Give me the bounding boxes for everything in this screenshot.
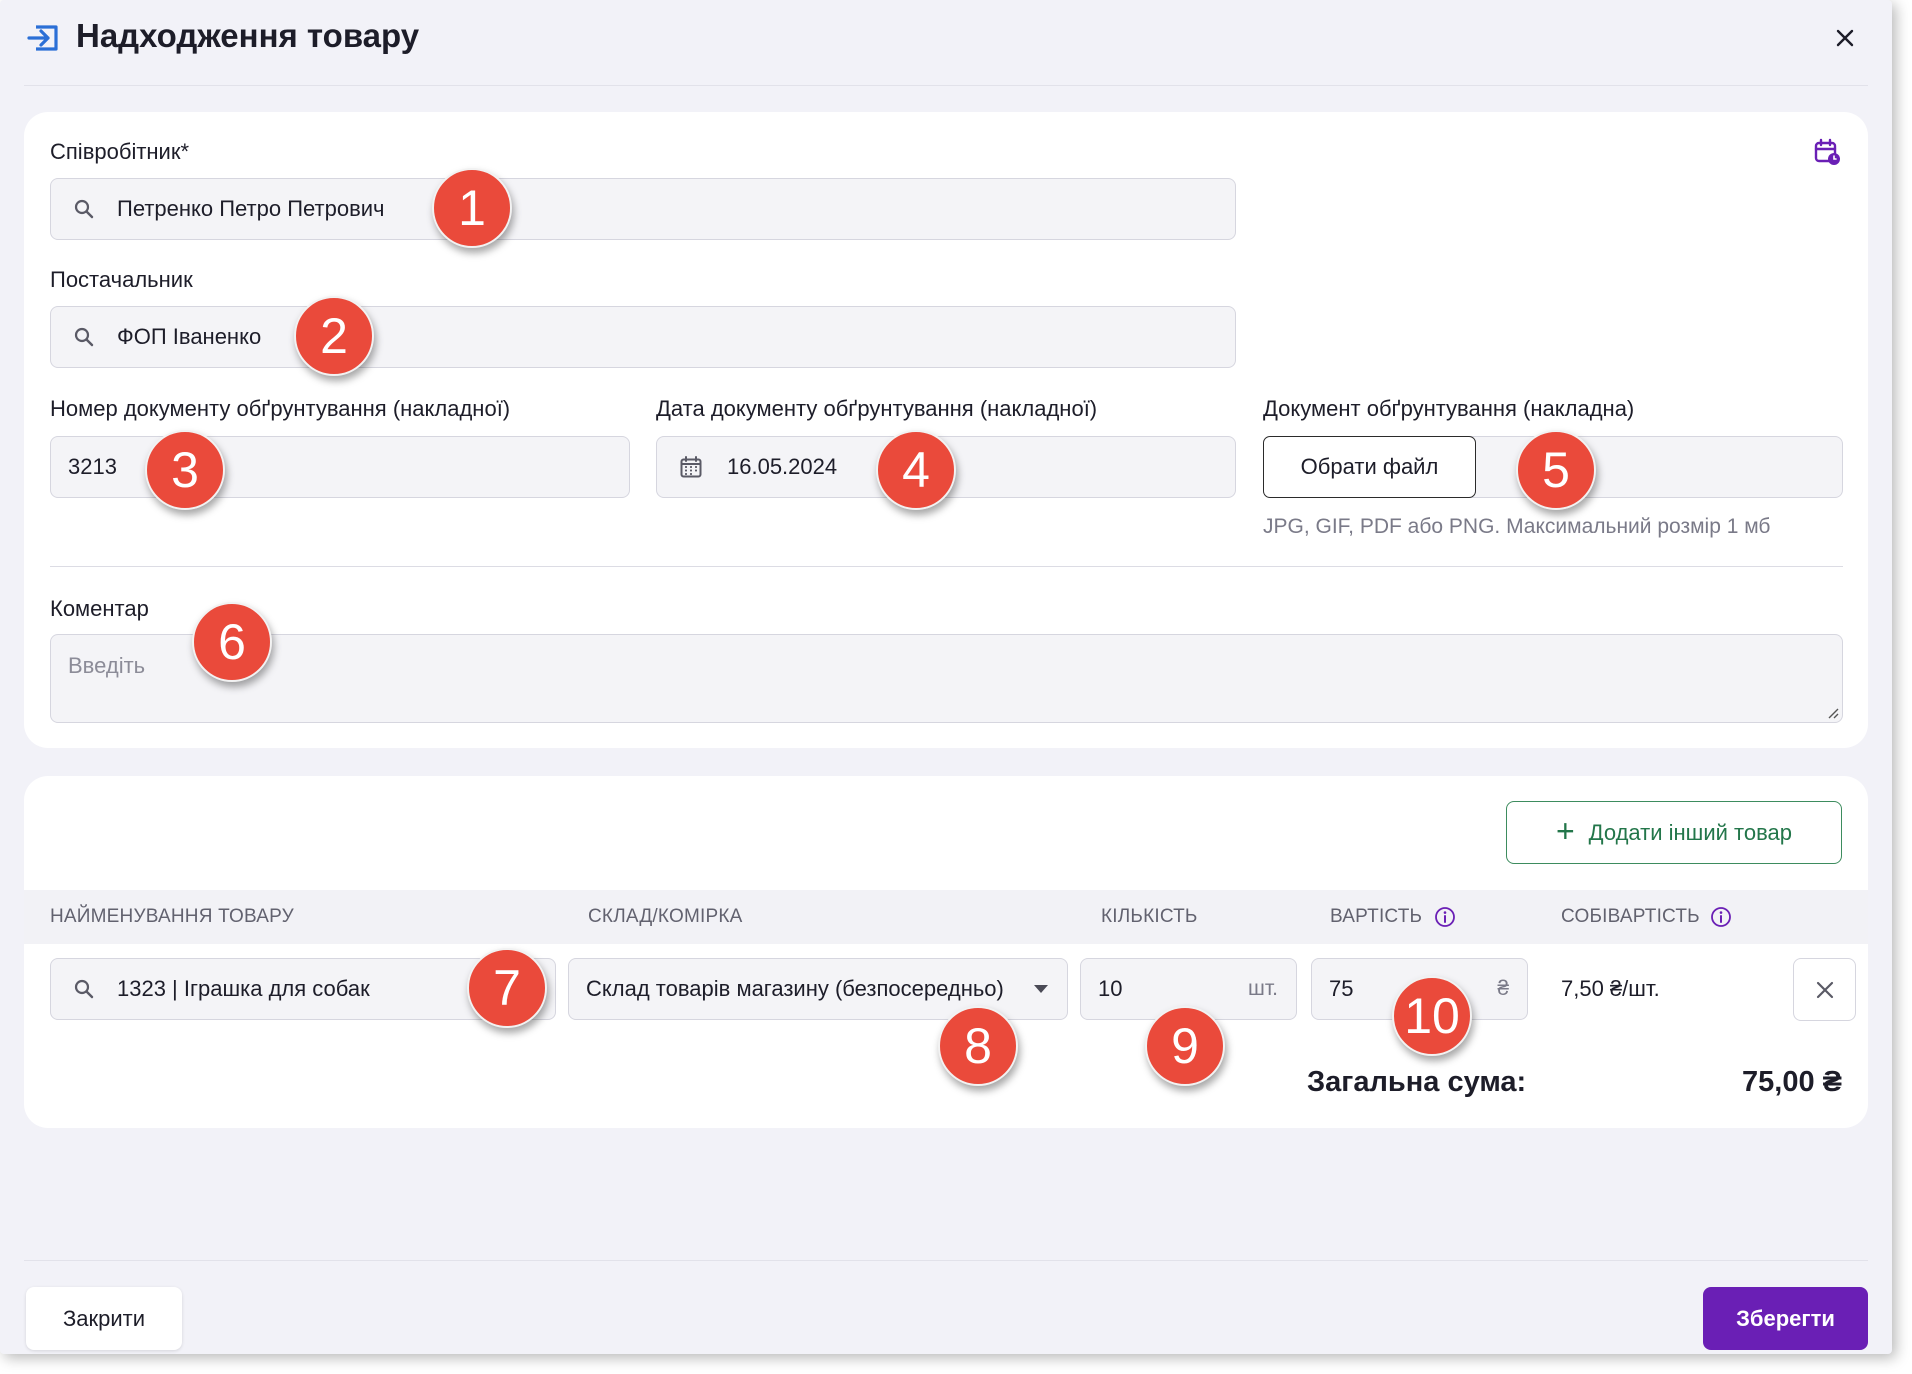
dialog-window: Надходження товару Співробітник* Петренк… [0, 0, 1892, 1354]
total-value: 75,00 ₴ [1742, 1066, 1842, 1098]
search-icon [74, 979, 94, 999]
column-name: НАЙМЕНУВАННЯ ТОВАРУ [50, 906, 294, 927]
doc-date-label: Дата документу обґрунтування (накладної) [656, 396, 1098, 421]
price-unit: ₴ [1497, 977, 1509, 1000]
column-cost: СОБІВАРТІСТЬ [1561, 906, 1700, 927]
page-title: Надходження товару [76, 17, 420, 54]
supplier-value: ФОП Іваненко [117, 324, 262, 349]
search-icon [74, 199, 94, 219]
close-icon[interactable] [1827, 20, 1863, 56]
dialog-header: Надходження товару [0, 0, 1892, 86]
comment-textarea[interactable]: Введіть [50, 634, 1843, 723]
add-product-label: Додати інший товар [1588, 819, 1792, 845]
column-price: ВАРТІСТЬ [1330, 906, 1423, 927]
close-button[interactable]: Закрити [26, 1287, 182, 1350]
save-button[interactable]: Зберегти [1703, 1287, 1868, 1350]
info-icon[interactable] [1710, 906, 1732, 928]
calendar-clock-icon[interactable] [1812, 137, 1842, 167]
enter-icon [27, 25, 58, 51]
header-divider [24, 85, 1868, 86]
quantity-unit: шт. [1248, 977, 1278, 1000]
quantity-value: 10 [1098, 976, 1123, 1001]
annotation-badge-10: 10 [1392, 976, 1472, 1056]
total-label: Загальна сума: [1307, 1066, 1527, 1098]
comment-placeholder: Введіть [68, 653, 146, 678]
annotation-badge-7: 7 [467, 948, 547, 1028]
doc-number-input[interactable]: 3213 [50, 436, 630, 498]
cost-value: 7,50 ₴/шт. [1561, 976, 1660, 1001]
employee-value: Петренко Петро Петрович [117, 196, 385, 221]
calendar-icon [680, 456, 702, 478]
column-quantity: КІЛЬКІСТЬ [1101, 906, 1198, 927]
annotation-badge-8: 8 [938, 1006, 1018, 1086]
annotation-badge-2: 2 [294, 296, 374, 376]
doc-number-label: Номер документу обґрунтування (накладної… [50, 396, 511, 421]
employee-search-field[interactable]: Петренко Петро Петрович [50, 178, 1236, 240]
product-value: 1323 | Іграшка для собак [117, 976, 370, 1001]
add-product-button[interactable]: + Додати інший товар [1506, 801, 1842, 864]
remove-row-button[interactable] [1793, 958, 1856, 1021]
info-icon[interactable] [1434, 906, 1456, 928]
annotation-badge-5: 5 [1516, 430, 1596, 510]
footer-divider [24, 1260, 1868, 1261]
annotation-badge-9: 9 [1145, 1006, 1225, 1086]
close-icon [1816, 981, 1833, 998]
caret-down-icon [1034, 985, 1048, 993]
section-divider [50, 566, 1843, 567]
price-value: 75 [1329, 976, 1354, 1001]
doc-date-value: 16.05.2024 [727, 454, 838, 479]
file-hint: JPG, GIF, PDF або PNG. Максимальний розм… [1263, 515, 1771, 538]
employee-label: Співробітник* [50, 139, 190, 164]
choose-file-button[interactable]: Обрати файл [1263, 436, 1476, 498]
search-icon [74, 327, 94, 347]
resize-grip-icon[interactable] [1825, 705, 1839, 719]
supplier-search-field[interactable]: ФОП Іваненко [50, 306, 1236, 368]
doc-file-label: Документ обґрунтування (накладна) [1263, 396, 1635, 421]
annotation-badge-1: 1 [432, 168, 512, 248]
annotation-badge-4: 4 [876, 430, 956, 510]
plus-icon: + [1555, 813, 1575, 849]
doc-number-value: 3213 [68, 454, 117, 479]
column-warehouse: СКЛАД/КОМІРКА [588, 906, 743, 927]
comment-label: Коментар [50, 596, 149, 621]
table-header: НАЙМЕНУВАННЯ ТОВАРУ СКЛАД/КОМІРКА КІЛЬКІ… [24, 890, 1868, 944]
annotation-badge-3: 3 [145, 430, 225, 510]
warehouse-value: Склад товарів магазину (безпосередньо) [586, 976, 1004, 1001]
supplier-label: Постачальник [50, 267, 193, 292]
annotation-badge-6: 6 [192, 602, 272, 682]
